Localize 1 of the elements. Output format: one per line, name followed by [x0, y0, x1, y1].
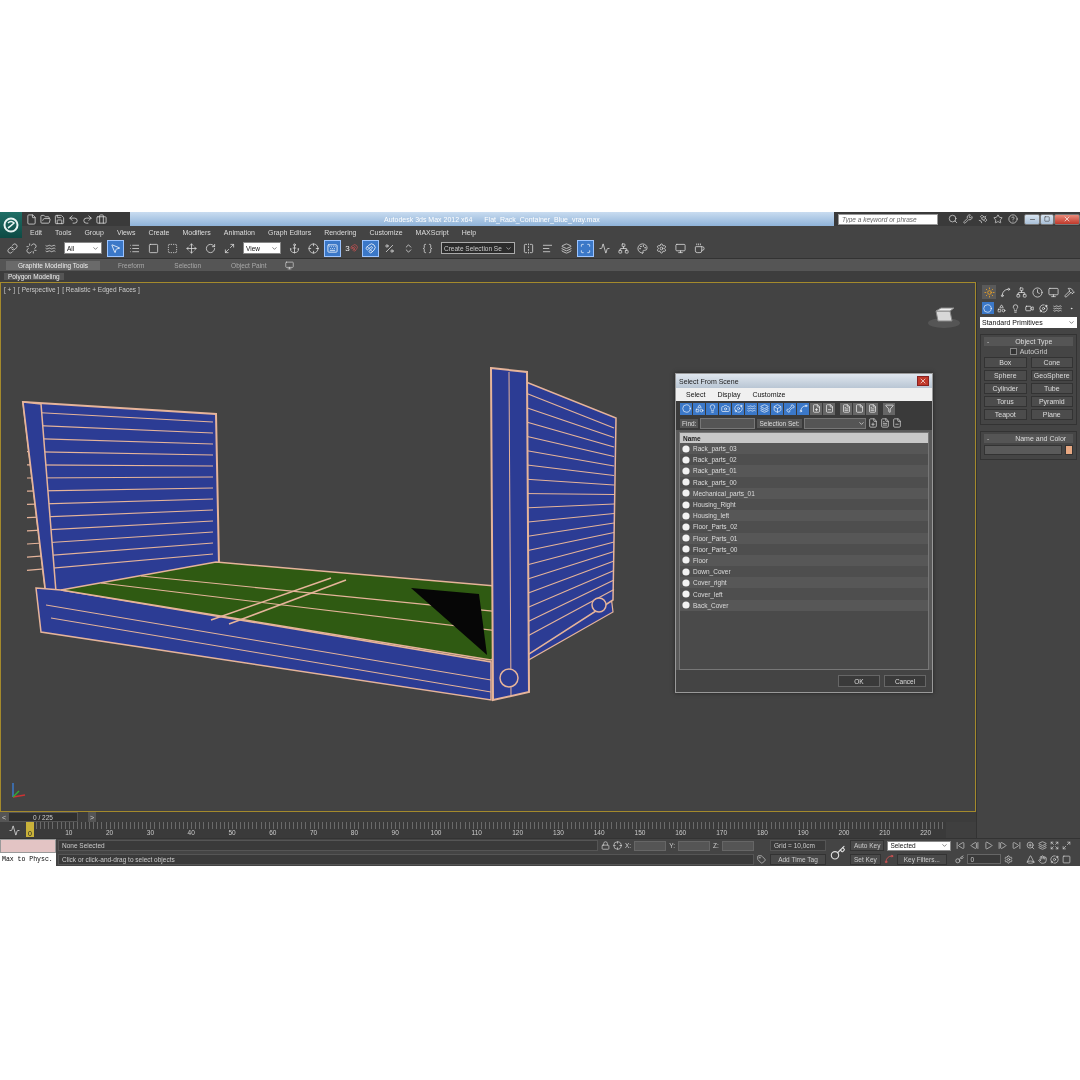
- snaps-toggle-button[interactable]: 3: [343, 239, 360, 257]
